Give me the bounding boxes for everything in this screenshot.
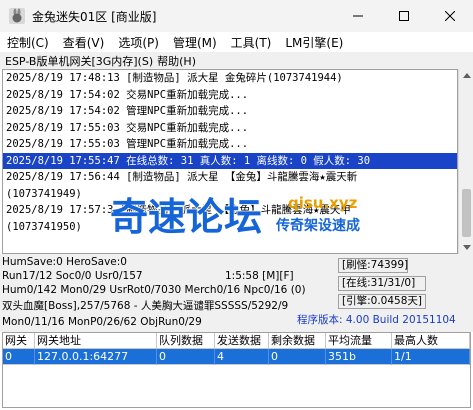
log-line[interactable]: (1073741949) <box>3 186 457 203</box>
minimize-button[interactable] <box>335 0 381 32</box>
log-line[interactable]: 2025/8/19 17:55:03 管理NPC重新加载完成... <box>3 136 457 153</box>
status-save-line: HumSave:0 HeroSave:0 <box>2 256 127 268</box>
menu-esp-gateway[interactable]: ESP-B版单机网关[3G内存](S) <box>5 53 153 69</box>
window-title: 金兔迷失01区 [商业版] <box>32 9 157 24</box>
log-line[interactable]: (1073741950) <box>3 219 457 236</box>
rabbit-app-icon <box>9 8 25 24</box>
menu-options[interactable]: 选项(P) <box>118 34 159 51</box>
menu-help[interactable]: 帮助(H) <box>157 53 196 69</box>
status-pane: HumSave:0 HeroSave:0 Run17/12 Soc0/0 Usr… <box>0 254 473 332</box>
col-header-gateway[interactable]: 网关 <box>3 333 35 349</box>
maximize-icon <box>399 11 409 21</box>
menu-tools[interactable]: 工具(T) <box>231 34 272 51</box>
gateway-table: 网关 网关地址 队列数据 发送数据 剩余数据 平均流量 最高人数 0 127.0… <box>2 332 471 408</box>
status-mon-line: Mon0/11/16 MonP0/26/62 ObjRun0/29 <box>2 316 202 328</box>
scroll-up-icon[interactable] <box>463 73 471 78</box>
col-header-max-users[interactable]: 最高人数 <box>392 333 470 349</box>
engine-days-box: [引擎:0.0458天] <box>338 294 426 309</box>
log-line[interactable]: 2025/8/19 17:54:02 交易NPC重新加载完成... <box>3 87 457 104</box>
scroll-thumb[interactable] <box>462 189 471 237</box>
log-scrollbar[interactable] <box>458 69 473 254</box>
close-icon <box>445 11 455 21</box>
table-row[interactable]: 0 127.0.0.1:64277 0 4 0 351b 1/1 <box>3 349 470 365</box>
cell-max-users[interactable]: 1/1 <box>392 349 470 365</box>
menu-manage[interactable]: 管理(M) <box>173 34 217 51</box>
status-hum-line: Hum0/142 Mon0/29 UsrRot0/7030 Merch0/16 … <box>2 284 306 296</box>
scroll-down-icon[interactable] <box>463 245 471 250</box>
col-header-address[interactable]: 网关地址 <box>35 333 157 349</box>
cell-remaining[interactable]: 0 <box>269 349 326 365</box>
cell-avg-traffic[interactable]: 351b <box>326 349 392 365</box>
menu-bar: 控制(C) 查看(V) 选项(P) 管理(M) 工具(T) LM引擎(E) <box>0 32 473 52</box>
table-header-row: 网关 网关地址 队列数据 发送数据 剩余数据 平均流量 最高人数 <box>3 333 470 349</box>
brush-monster-box: [刷怪:74399] <box>338 258 408 273</box>
minimize-icon <box>353 15 363 17</box>
cell-queue[interactable]: 0 <box>157 349 215 365</box>
program-version: 程序版本: 4.00 Build 20151104 <box>297 314 456 326</box>
log-line[interactable]: 2025/8/19 17:55:03 交易NPC重新加载完成... <box>3 120 457 137</box>
col-header-queue[interactable]: 队列数据 <box>157 333 215 349</box>
status-boss-line: 双头血魔[Boss],257/5768 - 人美胸大逼谴罪SSSSS/5292/… <box>2 300 289 312</box>
log-pane[interactable]: 2025/8/19 17:48:13 [制造物品] 派大星 金兔碎片(10737… <box>2 69 458 254</box>
status-run-line: Run17/12 Soc0/0 Usr0/157 <box>2 270 143 282</box>
col-header-remaining[interactable]: 剩余数据 <box>269 333 326 349</box>
col-header-sent[interactable]: 发送数据 <box>215 333 269 349</box>
title-bar: 金兔迷失01区 [商业版] <box>0 0 473 32</box>
maximize-button[interactable] <box>381 0 427 32</box>
cell-address[interactable]: 127.0.0.1:64277 <box>35 349 157 365</box>
cell-gateway[interactable]: 0 <box>3 349 35 365</box>
log-line[interactable]: 2025/8/19 17:54:02 管理NPC重新加载完成... <box>3 103 457 120</box>
menu-view[interactable]: 查看(V) <box>63 34 105 51</box>
close-button[interactable] <box>427 0 473 32</box>
menu-lm-engine[interactable]: LM引擎(E) <box>285 34 343 51</box>
col-header-avg-traffic[interactable]: 平均流量 <box>326 333 392 349</box>
menu-control[interactable]: 控制(C) <box>7 34 49 51</box>
log-line-selected[interactable]: 2025/8/19 17:55:47 在线总数: 31 真人数: 1 离线数: … <box>3 152 457 169</box>
log-line[interactable]: 2025/8/19 17:56:44 [制造物品] 派大星 【金兔】斗龍騰雲海★… <box>3 169 457 186</box>
log-line[interactable]: 2025/8/19 17:57:3 [制造物品] 派大星 【金兔】斗龍騰雲海★震… <box>3 202 457 219</box>
log-line[interactable]: 2025/8/19 17:48:13 [制造物品] 派大星 金兔碎片(10737… <box>3 70 457 87</box>
online-count-box: [在线:31/31/0] <box>338 276 426 291</box>
status-uptime: 1:5:58 [M][F] <box>225 270 294 282</box>
cell-sent[interactable]: 4 <box>215 349 269 365</box>
gateway-menu-row: ESP-B版单机网关[3G内存](S) 帮助(H) <box>0 52 473 69</box>
